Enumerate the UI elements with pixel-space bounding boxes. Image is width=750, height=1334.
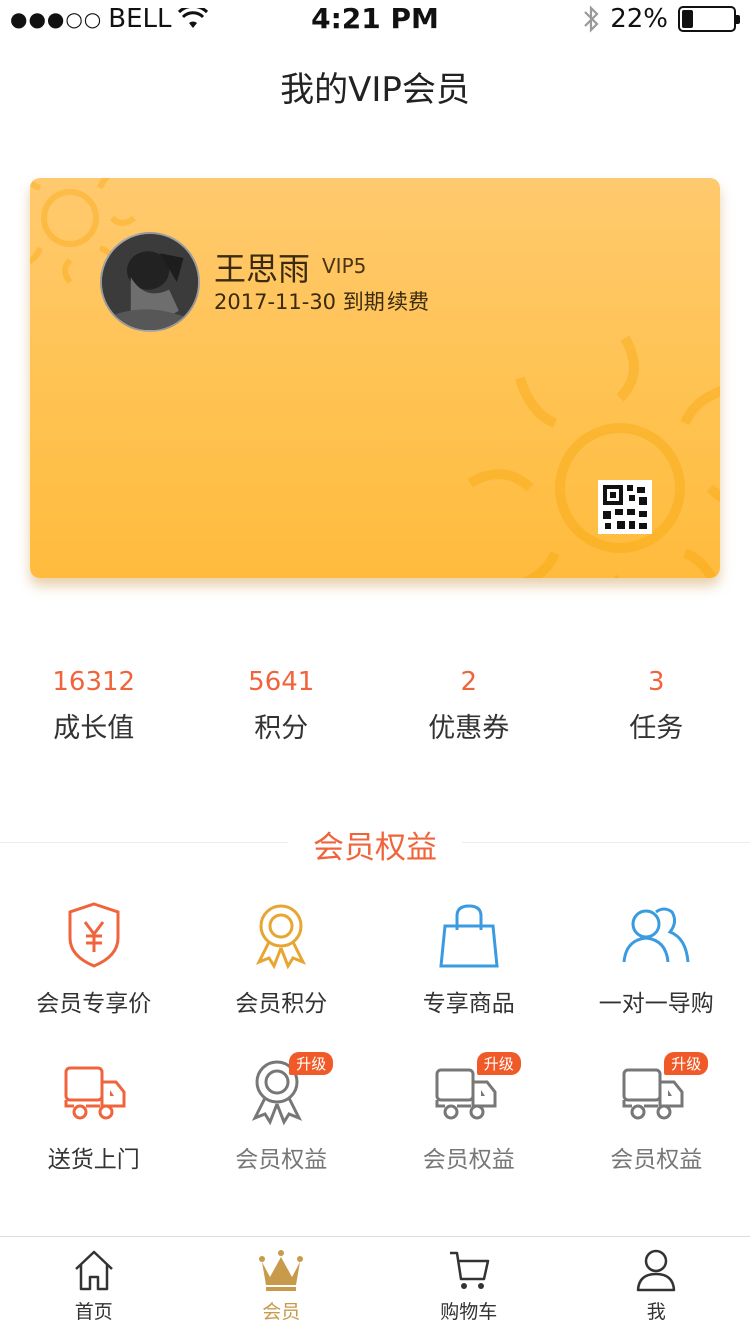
- section-title: 会员权益: [288, 822, 462, 867]
- users-icon: [616, 900, 696, 970]
- stat-label: 成长值: [53, 713, 135, 744]
- stat-label: 优惠券: [428, 713, 510, 744]
- delivery-truck-icon: [54, 1056, 134, 1126]
- benefit-label: 会员专享价: [36, 991, 152, 1017]
- tab-label: 会员: [262, 1301, 301, 1323]
- cart-icon: [446, 1247, 492, 1293]
- battery-level: [682, 10, 693, 28]
- stat-label: 积分: [254, 713, 309, 744]
- tab-member[interactable]: 会员: [188, 1237, 376, 1334]
- bluetooth-icon: [584, 5, 599, 33]
- benefit-label: 会员权益: [235, 1147, 328, 1173]
- member-stats: 16312 成长值 5641 积分 2 优惠券 3 任务: [0, 664, 750, 745]
- user-icon: [633, 1247, 679, 1293]
- benefit-label: 会员权益: [610, 1147, 703, 1173]
- benefit-label: 会员积分: [235, 991, 328, 1017]
- award-ribbon-icon: [241, 900, 321, 970]
- stat-coupons[interactable]: 2 优惠券: [375, 664, 563, 745]
- stat-points[interactable]: 5641 积分: [188, 664, 376, 745]
- tab-label: 我: [646, 1301, 666, 1323]
- tab-cart[interactable]: 购物车: [375, 1237, 563, 1334]
- benefit-exclusive-price[interactable]: 会员专享价: [0, 900, 188, 1018]
- benefit-personal-shopper[interactable]: 一对一导购: [563, 900, 750, 1018]
- benefit-locked-2[interactable]: 升级 会员权益: [375, 1052, 563, 1174]
- shopping-bag-icon: [429, 900, 509, 970]
- home-icon: [71, 1247, 117, 1293]
- benefit-locked-3[interactable]: 升级 会员权益: [563, 1052, 750, 1174]
- stat-value: 2: [460, 667, 478, 697]
- renew-button[interactable]: 续费: [387, 286, 429, 316]
- crown-icon: [258, 1247, 304, 1293]
- delivery-truck-icon: 升级: [616, 1052, 709, 1126]
- member-name: 王思雨: [214, 250, 311, 288]
- tab-bar: 首页 会员 购物车 我: [0, 1236, 750, 1334]
- member-level-badge: VIP5: [322, 254, 367, 278]
- benefit-label: 专享商品: [422, 991, 515, 1017]
- battery-icon: [678, 6, 740, 32]
- upgrade-badge: 升级: [289, 1052, 334, 1075]
- stat-tasks[interactable]: 3 任务: [563, 664, 750, 745]
- avatar[interactable]: [100, 232, 200, 332]
- sun-decoration-icon: [467, 335, 720, 578]
- tab-me[interactable]: 我: [563, 1237, 750, 1334]
- stat-value: 16312: [52, 667, 136, 697]
- benefit-label: 会员权益: [422, 1147, 515, 1173]
- benefit-delivery[interactable]: 送货上门: [0, 1056, 188, 1174]
- battery-percent: 22%: [610, 4, 668, 34]
- benefit-exclusive-goods[interactable]: 专享商品: [375, 900, 563, 1018]
- stat-growth[interactable]: 16312 成长值: [0, 664, 188, 745]
- award-ribbon-icon: 升级: [241, 1052, 334, 1126]
- vip-card[interactable]: 王思雨 VIP5 2017-11-30 到期 续费: [30, 178, 720, 578]
- stat-value: 5641: [248, 667, 315, 697]
- shield-yen-icon: [54, 900, 134, 970]
- stat-label: 任务: [629, 713, 684, 744]
- upgrade-badge: 升级: [476, 1052, 521, 1075]
- benefit-locked-1[interactable]: 升级 会员权益: [188, 1052, 376, 1174]
- tab-label: 购物车: [440, 1301, 498, 1323]
- membership-expiry: 2017-11-30 到期: [214, 290, 385, 314]
- tab-home[interactable]: 首页: [0, 1237, 188, 1334]
- delivery-truck-icon: 升级: [429, 1052, 521, 1126]
- benefit-points[interactable]: 会员积分: [188, 900, 376, 1018]
- stat-value: 3: [647, 667, 665, 697]
- upgrade-badge: 升级: [664, 1052, 709, 1075]
- status-bar: ●●●○○ BELL 4:21 PM 22%: [0, 0, 750, 40]
- tab-label: 首页: [74, 1301, 113, 1323]
- page-title: 我的VIP会员: [280, 70, 470, 110]
- benefit-label: 送货上门: [47, 1147, 140, 1173]
- benefit-label: 一对一导购: [598, 991, 714, 1017]
- qr-code-icon[interactable]: [598, 480, 652, 534]
